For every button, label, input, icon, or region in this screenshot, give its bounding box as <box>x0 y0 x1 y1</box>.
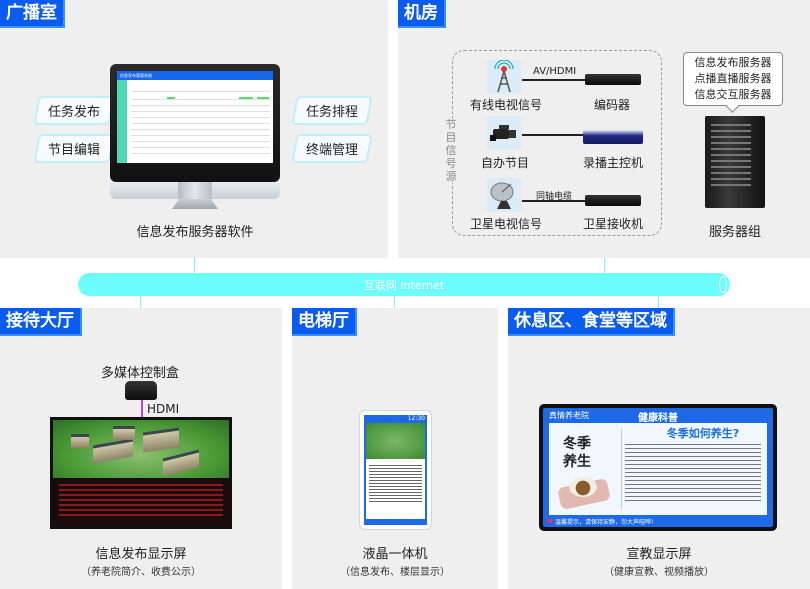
server-rack-icon <box>705 116 765 208</box>
video-camera-icon <box>487 116 521 150</box>
feature-terminal-manage: 终端管理 <box>293 136 371 161</box>
kiosk-time: 12:30 <box>407 415 425 422</box>
intro-text-block <box>53 478 229 525</box>
info-display-screen <box>50 417 232 529</box>
campus-aerial-image <box>53 420 229 478</box>
broadcast-room-tag: 广播室 <box>0 0 65 28</box>
machine-room-tag: 机房 <box>398 0 446 28</box>
tv-headline: 冬季如何养生? <box>666 427 740 440</box>
elevator-caption: 液晶一体机 <box>362 547 428 562</box>
internet-bus: 互联网 Internet <box>78 273 730 296</box>
feature-task-schedule: 任务排程 <box>293 98 371 123</box>
link-reception <box>140 296 141 308</box>
source-self-program-label: 自办节目 <box>481 156 530 170</box>
software-sidebar <box>117 80 127 163</box>
soup-bowl-icon <box>569 477 597 497</box>
server-info-interaction: 信息交互服务器 <box>694 88 772 101</box>
tv-ticker: 温馨提示，请保持安静，勿大声喧哗! <box>555 519 654 526</box>
tv-calligraphy: 冬季养生 <box>563 436 591 470</box>
kiosk-image <box>366 423 425 459</box>
device-encoder-label: 编码器 <box>594 98 631 112</box>
antenna-tower-icon <box>487 59 521 94</box>
elevator-tag: 电梯厅 <box>292 308 357 336</box>
satellite-dish-icon <box>487 178 521 212</box>
internet-label: 互联网 Internet <box>363 279 445 292</box>
kiosk-text <box>366 459 425 519</box>
tv-title: 健康科普 <box>638 413 678 424</box>
hdmi-label: HDMI <box>147 402 180 416</box>
hdmi-cable <box>141 400 143 417</box>
link-machine-room <box>604 258 605 273</box>
wire-label-coax: 同轴电缆 <box>536 192 573 202</box>
device-satellite-receiver-label: 卫星接收机 <box>583 217 644 231</box>
control-box-label: 多媒体控制盒 <box>100 366 179 381</box>
lounge-caption: 宣教显示屏 <box>626 547 692 562</box>
monitor-neck <box>178 182 212 199</box>
media-control-box-icon <box>125 381 157 400</box>
server-vod-live: 点播直播服务器 <box>694 72 772 85</box>
wire-label-av-hdmi: AV/HDMI <box>533 66 577 77</box>
recording-host-icon <box>583 130 643 144</box>
source-cable-tv-label: 有线电视信号 <box>470 98 543 112</box>
lcd-kiosk: 12:30 <box>359 410 432 530</box>
link-lounge <box>658 296 659 308</box>
lounge-tag: 休息区、食堂等区域 <box>508 308 675 336</box>
reception-tag: 接待大厅 <box>0 308 82 336</box>
link-elevator <box>394 296 395 308</box>
signal-source-label: 节目信号源 <box>444 118 458 183</box>
desktop-monitor: 信息发布管理系统 <box>110 64 280 199</box>
encoder-device-icon <box>585 74 641 85</box>
education-display: 真情养老院 健康科普 冬季养生 冬季如何养生? ♥ 温馨提示，请保持安静，勿大声… <box>539 404 777 531</box>
wire-self-program <box>522 134 592 136</box>
broadcast-caption: 信息发布服务器软件 <box>136 225 254 240</box>
feature-program-edit: 节目编辑 <box>35 136 113 161</box>
reception-caption: 信息发布显示屏 <box>95 547 187 562</box>
satellite-receiver-icon <box>585 195 641 206</box>
server-list-bubble: 信息发布服务器 点播直播服务器 信息交互服务器 <box>683 52 783 106</box>
device-recording-host-label: 录播主控机 <box>583 156 644 170</box>
software-screenshot: 信息发布管理系统 <box>117 71 273 163</box>
server-info-publish: 信息发布服务器 <box>694 56 772 69</box>
reception-subcaption: （养老院简介、收费公示） <box>81 567 201 578</box>
server-group-caption: 服务器组 <box>708 225 761 240</box>
elevator-subcaption: （信息发布、楼层显示） <box>340 567 450 578</box>
software-title: 信息发布管理系统 <box>117 71 273 80</box>
monitor-stand <box>172 199 218 209</box>
source-satellite-label: 卫星电视信号 <box>470 217 543 231</box>
tv-article-text <box>625 441 761 504</box>
feature-task-publish: 任务发布 <box>35 98 113 123</box>
wire-av-hdmi <box>522 79 592 81</box>
lounge-subcaption: （健康宣教、视频播放） <box>604 567 714 578</box>
link-broadcast <box>194 258 195 273</box>
heart-icon: ♥ <box>547 518 554 526</box>
